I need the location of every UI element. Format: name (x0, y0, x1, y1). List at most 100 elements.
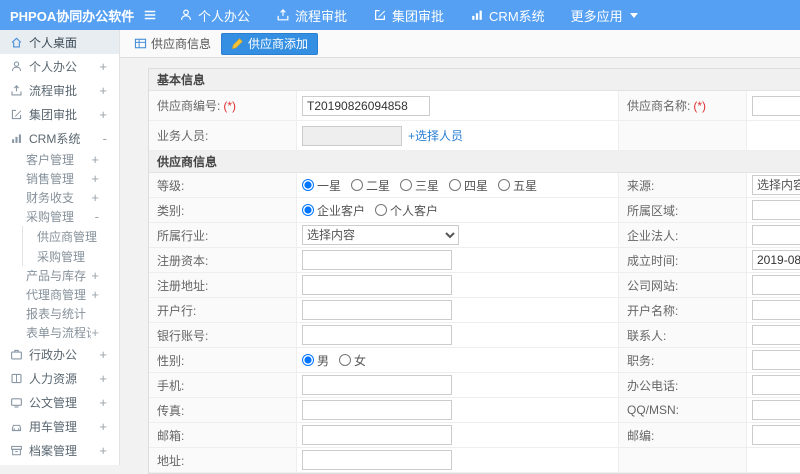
source-select[interactable]: 选择内容 (752, 175, 800, 195)
sidebar-item-supplier-mgmt[interactable]: 供应商管理 (23, 226, 119, 246)
expand-toggle[interactable]: + (99, 107, 107, 122)
mobile-input[interactable] (302, 375, 452, 395)
grade-radio[interactable] (449, 179, 462, 191)
position-input[interactable] (752, 350, 800, 370)
expand-toggle[interactable]: + (91, 325, 99, 340)
sidebar-item-label: 销售管理 (26, 172, 75, 186)
field-cell (747, 323, 800, 348)
radio-option[interactable]: 男 (302, 352, 329, 369)
sidebar-item-document-mgmt[interactable]: 公文管理 + (0, 390, 119, 414)
menu-toggle-button[interactable] (135, 8, 165, 22)
radio-option[interactable]: 二星 (351, 177, 390, 194)
registered-capital-input[interactable] (302, 250, 452, 270)
radio-option[interactable]: 一星 (302, 177, 341, 194)
sidebar-item-hr[interactable]: 人力资源 + (0, 366, 119, 390)
supplier-code-input[interactable] (302, 95, 430, 116)
email-input[interactable] (302, 425, 452, 445)
category-radio[interactable] (302, 204, 314, 216)
bank-branch-input[interactable] (302, 300, 452, 320)
fax-input[interactable] (302, 400, 452, 420)
sidebar-item-sales-mgmt[interactable]: 销售管理 + (0, 169, 119, 188)
tab-bar: 供应商信息 供应商添加 (120, 30, 800, 58)
expand-toggle[interactable]: + (99, 347, 107, 362)
sidebar-item-group-approval[interactable]: 集团审批 + (0, 102, 119, 126)
field-cell (747, 121, 800, 151)
founded-date-input[interactable] (752, 250, 800, 270)
sidebar-item-agent-mgmt[interactable]: 代理商管理 + (0, 285, 119, 304)
expand-toggle[interactable]: + (91, 268, 99, 283)
grade-radio[interactable] (400, 179, 413, 191)
gender-radio[interactable] (302, 354, 314, 366)
tab-supplier-add[interactable]: 供应商添加 (221, 32, 319, 55)
account-name-input[interactable] (752, 300, 800, 320)
address-input[interactable] (302, 450, 452, 470)
field-cell (747, 448, 800, 473)
field-cell: 企业客户 个人客户 (297, 198, 619, 223)
legal-person-input[interactable] (752, 225, 800, 245)
expand-toggle[interactable]: + (99, 83, 107, 98)
tab-supplier-info[interactable]: 供应商信息 (134, 35, 211, 52)
expand-toggle[interactable]: + (99, 59, 107, 74)
sidebar-item-archive-mgmt[interactable]: 档案管理 + (0, 438, 119, 462)
sidebar-item-label: 代理商管理 (26, 288, 87, 302)
radio-option[interactable]: 女 (339, 352, 366, 369)
chart-icon (472, 10, 482, 20)
expand-toggle[interactable]: + (99, 443, 107, 458)
contact-input[interactable] (752, 325, 800, 345)
form-row: 注册地址: 公司网站: (149, 273, 800, 298)
sidebar-item-reports[interactable]: 报表与统计 (0, 304, 119, 323)
sidebar-item-finance[interactable]: 财务收支 + (0, 188, 119, 207)
top-nav-crm[interactable]: CRM系统 (470, 6, 545, 25)
sidebar-item-admin-office[interactable]: 行政办公 + (0, 342, 119, 366)
radio-option[interactable]: 企业客户 (302, 202, 365, 219)
sidebar-item-desktop[interactable]: 个人桌面 (0, 30, 119, 54)
choose-person-link[interactable]: +选择人员 (408, 127, 463, 144)
top-nav-group-approval[interactable]: 集团审批 (373, 6, 444, 25)
radio-option[interactable]: 个人客户 (375, 202, 438, 219)
grade-radio[interactable] (302, 179, 314, 191)
expand-toggle[interactable]: + (99, 395, 107, 410)
qq-msn-input[interactable] (752, 400, 800, 420)
sidebar-item-label: 用车管理 (29, 419, 78, 434)
zip-input[interactable] (752, 425, 800, 445)
expand-toggle[interactable]: + (99, 419, 107, 434)
bank-account-input[interactable] (302, 325, 452, 345)
expand-toggle[interactable]: - (103, 131, 107, 146)
top-nav-personal-office[interactable]: 个人办公 (179, 6, 250, 25)
grade-radio[interactable] (498, 179, 511, 191)
form-row: 所属行业: 选择内容 企业法人: (149, 223, 800, 248)
sidebar-item-vehicle-mgmt[interactable]: 用车管理 + (0, 414, 119, 438)
office-phone-input[interactable] (752, 375, 800, 395)
expand-toggle[interactable]: - (95, 209, 99, 224)
expand-toggle[interactable]: + (91, 171, 99, 186)
field-label: 邮箱: (149, 423, 297, 448)
sidebar-item-workflow-approval[interactable]: 流程审批 + (0, 78, 119, 102)
sidebar-item-form-flow-settings[interactable]: 表单与流程设置 + (0, 323, 119, 342)
top-nav-workflow-approval[interactable]: 流程审批 (276, 6, 347, 25)
sidebar-item-customer-mgmt[interactable]: 客户管理 + (0, 150, 119, 169)
industry-select[interactable]: 选择内容 (302, 225, 459, 245)
radio-option[interactable]: 三星 (400, 177, 439, 194)
sidebar-item-personal-office[interactable]: 个人办公 + (0, 54, 119, 78)
supplier-name-input[interactable] (752, 95, 800, 116)
business-person-input[interactable] (302, 125, 402, 146)
expand-toggle[interactable]: + (91, 190, 99, 205)
sidebar-item-purchase-mgmt[interactable]: 采购管理 - (0, 207, 119, 226)
category-radio[interactable] (375, 204, 388, 216)
sidebar-item-crm[interactable]: CRM系统 - (0, 126, 119, 150)
top-nav-more-apps[interactable]: 更多应用 (571, 6, 638, 25)
expand-toggle[interactable]: + (91, 152, 99, 167)
sidebar-item-purchase-mgmt-sub[interactable]: 采购管理 (23, 246, 119, 266)
gender-radio[interactable] (339, 354, 352, 366)
field-label: 注册地址: (149, 273, 297, 298)
region-input[interactable] (752, 200, 800, 220)
grade-radio[interactable] (351, 179, 364, 191)
sidebar-item-product-inventory[interactable]: 产品与库存 + (0, 266, 119, 285)
expand-toggle[interactable]: + (91, 287, 99, 302)
website-input[interactable] (752, 275, 800, 295)
expand-toggle[interactable]: + (99, 371, 107, 386)
sidebar-item-label: CRM系统 (29, 131, 81, 146)
radio-option[interactable]: 五星 (498, 177, 537, 194)
registered-address-input[interactable] (302, 275, 452, 295)
radio-option[interactable]: 四星 (449, 177, 488, 194)
